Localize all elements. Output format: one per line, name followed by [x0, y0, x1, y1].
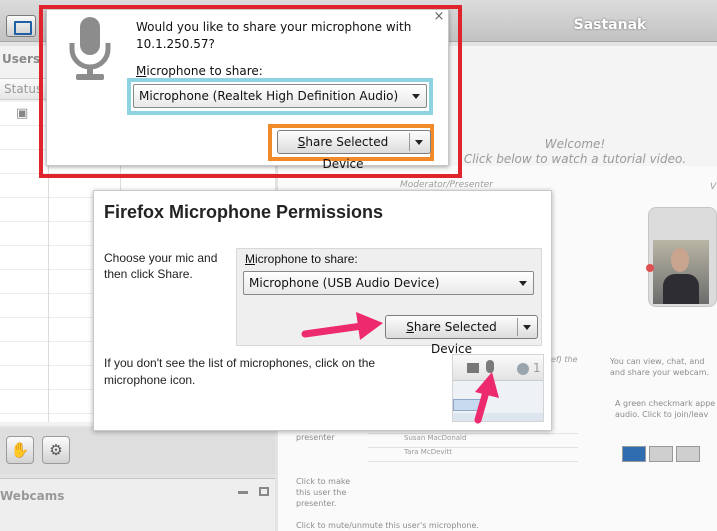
dropdown-arrow-icon[interactable] — [415, 140, 423, 145]
list-item: Susan MacDonald — [368, 434, 578, 448]
webcam-preview — [648, 207, 717, 307]
microphone-select[interactable]: Microphone (Realtek High Definition Audi… — [133, 84, 427, 108]
share-accesskey: S — [406, 320, 414, 334]
screen-share-button[interactable] — [6, 15, 36, 37]
microphone-select-label: Microphone to share: — [136, 64, 263, 78]
gear-icon: ⚙ — [49, 441, 63, 459]
dropdown-arrow-icon[interactable] — [523, 325, 531, 330]
tutorial-caption: A green checkmark appe audio. Click to j… — [615, 399, 716, 419]
hand-icon: ✋ — [10, 441, 30, 459]
tutorial-heading-right: V — [710, 182, 717, 192]
button-separator — [517, 318, 518, 336]
tutorial-caption: Click to mute/unmute this user's microph… — [296, 521, 479, 530]
raise-hand-button[interactable]: ✋ — [6, 436, 34, 464]
recording-indicator — [646, 264, 654, 272]
share-button-label[interactable]: Share Selected Device — [386, 316, 517, 356]
close-icon[interactable]: × — [433, 10, 445, 23]
prompt-question: Would you like to share your microphone … — [136, 20, 412, 51]
label-accesskey: M — [136, 64, 147, 78]
minimize-icon[interactable] — [238, 491, 248, 494]
help-card-footer: If you don't see the list of microphones… — [104, 356, 376, 387]
share-selected-device-button[interactable]: Share Selected Device — [277, 130, 431, 171]
webcams-panel: Webcams — [0, 478, 275, 531]
microphone-icon — [69, 17, 111, 80]
help-card-instructions: Choose your mic and then click Share. — [104, 251, 218, 281]
dropdown-arrow-icon — [519, 281, 527, 286]
help-card-title: Firefox Microphone Permissions — [104, 202, 384, 222]
tutorial-caption: presenter — [296, 433, 335, 442]
browser-tab — [453, 399, 483, 411]
microphone-select-label: Microphone to share: — [245, 252, 358, 266]
share-selected-device-button[interactable]: Share Selected Device — [385, 315, 538, 356]
welcome-subheading: Click below to watch a tutorial video. — [463, 152, 687, 166]
list-item: Tara McDevitt — [368, 448, 578, 462]
welcome-heading: Welcome! — [544, 137, 606, 151]
dropdown-arrow-icon — [412, 94, 420, 99]
settings-button[interactable]: ⚙ — [42, 436, 70, 464]
label-accesskey: M — [245, 252, 255, 266]
tutorial-caption: You can view, chat, and and share your w… — [610, 357, 710, 377]
label-text: icrophone to share: — [255, 252, 358, 266]
share-button-label[interactable]: Share Selected Device — [278, 131, 408, 171]
button-separator — [409, 133, 410, 151]
tab-strip — [453, 413, 543, 421]
welcome-text: Welcome! Click below to watch a tutorial… — [455, 137, 695, 167]
snippet-hint: ef) the — [551, 355, 578, 364]
maximize-icon[interactable] — [259, 487, 269, 496]
microphone-icon[interactable] — [486, 360, 494, 373]
webcams-title: Webcams — [0, 489, 65, 503]
globe-icon — [517, 363, 529, 375]
tutorial-caption: Click to make this user the presenter. — [296, 477, 351, 508]
toolbar-count: 1 — [533, 361, 541, 375]
page-icon — [467, 363, 479, 373]
selected-device: Microphone (Realtek High Definition Audi… — [139, 89, 399, 103]
label-text: icrophone to share: — [146, 64, 263, 78]
tutorial-audio-buttons — [622, 446, 712, 464]
browser-toolbar-example: 1 — [452, 354, 544, 422]
selected-device: Microphone (USB Audio Device) — [249, 276, 440, 290]
app-title: Sastanak — [573, 17, 647, 33]
webcam-video — [653, 240, 709, 304]
tutorial-heading-left: Moderator/Presenter — [400, 180, 493, 190]
presenter-status-icon: ▣ — [16, 106, 29, 121]
microphone-select[interactable]: Microphone (USB Audio Device) — [243, 271, 534, 295]
